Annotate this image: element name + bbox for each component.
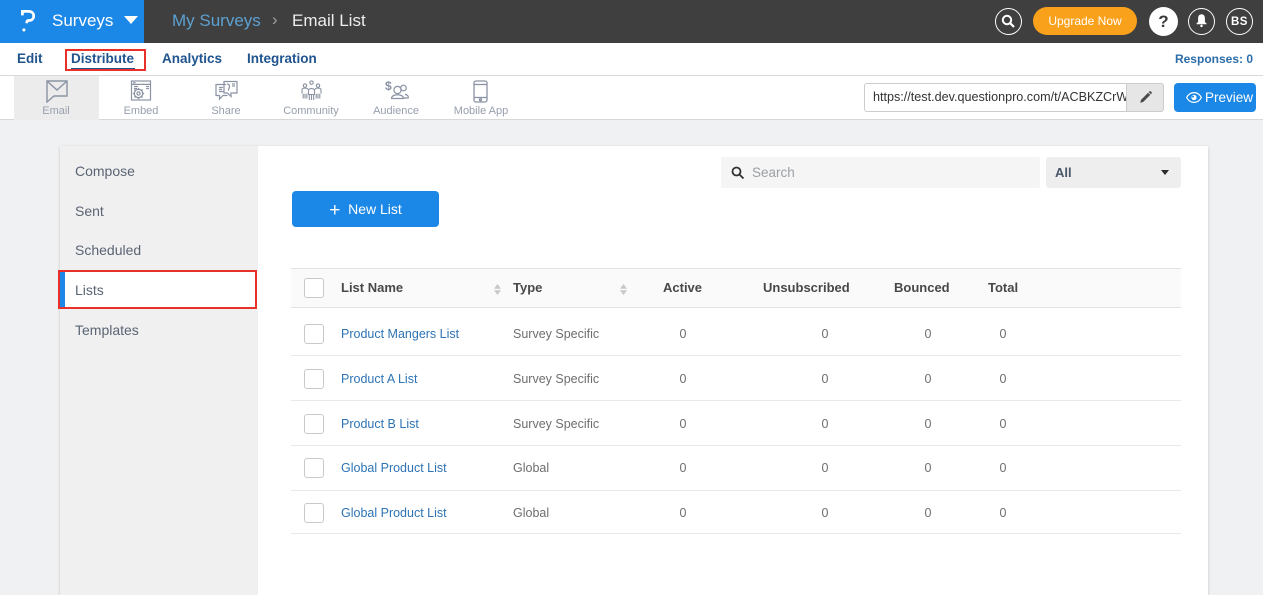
svg-text:$: $ — [385, 80, 392, 93]
